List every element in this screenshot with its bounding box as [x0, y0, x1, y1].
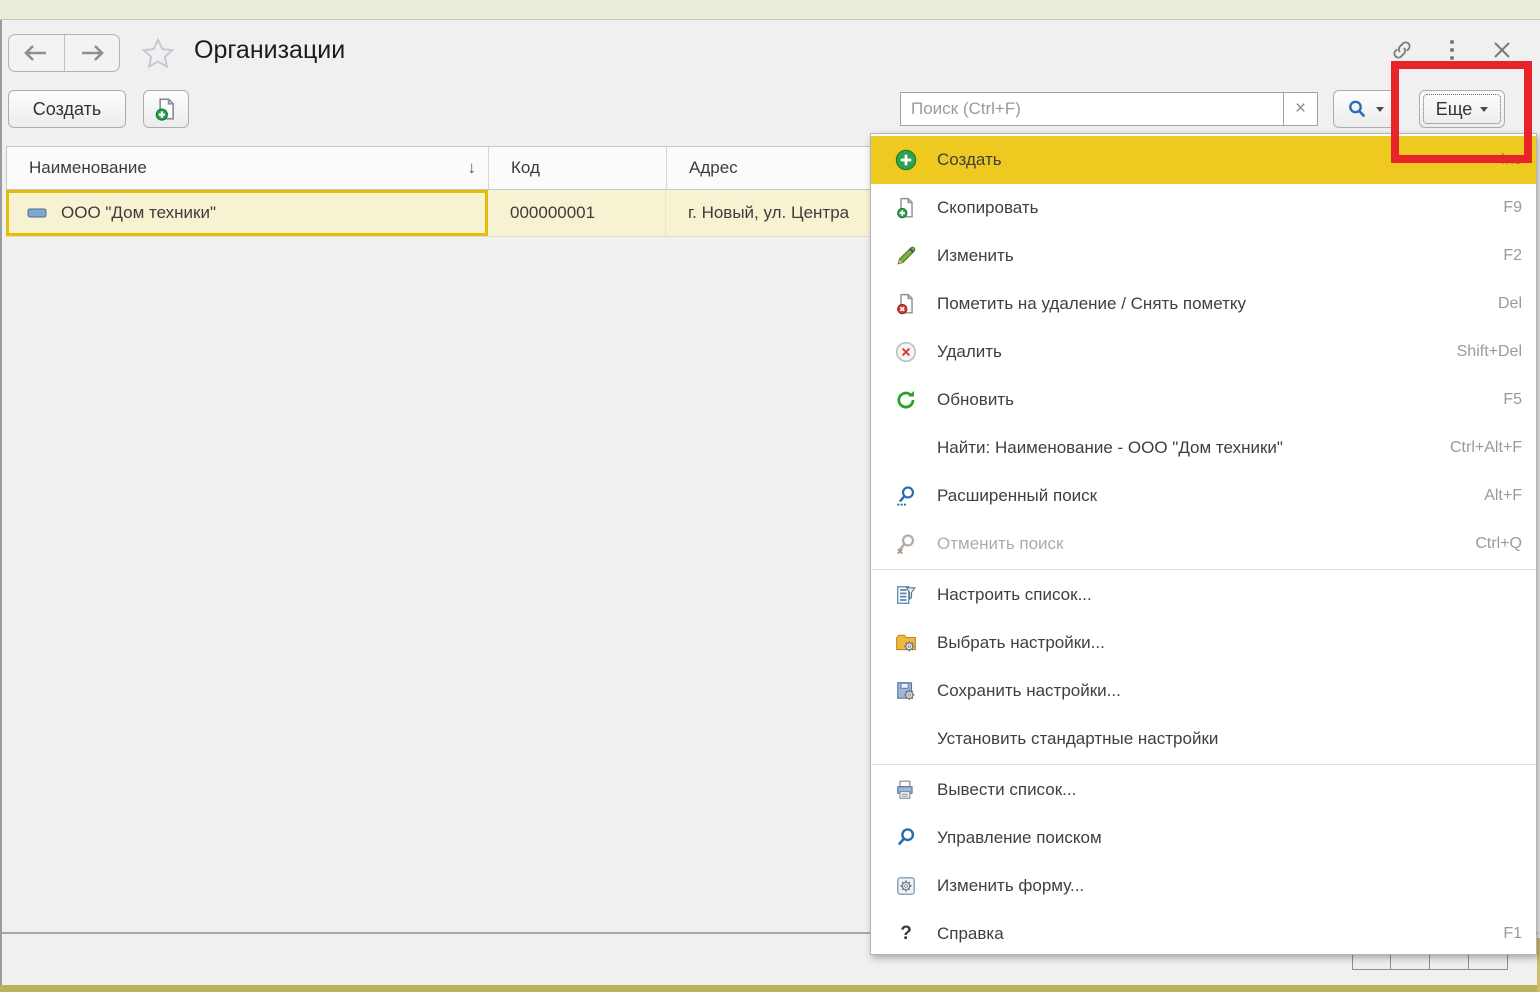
menu-item-edit[interactable]: Изменить F2 — [871, 232, 1536, 280]
column-header-code[interactable]: Код — [489, 147, 667, 189]
copy-document-icon — [895, 197, 917, 219]
search-input[interactable] — [901, 93, 1283, 125]
search-clear-button[interactable]: × — [1283, 93, 1317, 125]
window-left-border — [0, 20, 2, 992]
dropdown-arrow-icon — [1376, 107, 1384, 112]
cancel-search-icon — [895, 533, 917, 555]
print-list-icon — [895, 779, 917, 801]
more-dropdown-menu: Создать Ins Скопировать F9 Изменить F2 П… — [870, 133, 1537, 955]
menu-item-refresh[interactable]: Обновить F5 — [871, 376, 1536, 424]
link-icon[interactable] — [1390, 38, 1414, 62]
copy-button[interactable] — [143, 90, 189, 128]
delete-icon — [895, 341, 917, 363]
menu-separator — [871, 569, 1536, 570]
menu-item-save-settings[interactable]: Сохранить настройки... — [871, 667, 1536, 715]
menu-item-change-form[interactable]: Изменить форму... — [871, 862, 1536, 910]
menu-item-output-list[interactable]: Вывести список... — [871, 766, 1536, 814]
no-icon — [895, 437, 917, 459]
more-dots-icon[interactable] — [1440, 38, 1464, 62]
menu-item-configure-list[interactable]: Настроить список... — [871, 571, 1536, 619]
menu-item-set-default-settings[interactable]: Установить стандартные настройки — [871, 715, 1536, 763]
top-strip — [0, 0, 1540, 20]
sort-desc-icon: ↓ — [468, 158, 477, 178]
search-options-button[interactable] — [1333, 90, 1398, 128]
save-settings-icon — [895, 680, 917, 702]
advanced-search-icon — [895, 485, 917, 507]
bottom-strip — [0, 985, 1540, 992]
pencil-icon — [895, 245, 917, 267]
list-item-marker-icon — [27, 208, 47, 218]
menu-item-mark-deletion[interactable]: Пометить на удаление / Снять пометку Del — [871, 280, 1536, 328]
menu-item-create[interactable]: Создать Ins — [871, 136, 1536, 184]
no-icon — [895, 728, 917, 750]
refresh-icon — [895, 389, 917, 411]
menu-item-find-by-name[interactable]: Найти: Наименование - ООО "Дом техники" … — [871, 424, 1536, 472]
cell-name-selected[interactable]: ООО "Дом техники" — [6, 190, 488, 236]
search-management-icon — [895, 827, 917, 849]
cell-code[interactable]: 000000001 — [488, 190, 666, 236]
menu-item-search-management[interactable]: Управление поиском — [871, 814, 1536, 862]
back-button[interactable] — [9, 35, 64, 71]
choose-settings-icon — [895, 632, 917, 654]
configure-list-icon — [895, 584, 917, 606]
close-icon[interactable] — [1490, 38, 1514, 62]
arrow-left-icon — [24, 45, 48, 61]
menu-item-copy[interactable]: Скопировать F9 — [871, 184, 1536, 232]
change-form-icon — [895, 875, 917, 897]
more-button[interactable]: Еще — [1419, 90, 1505, 128]
create-button-label: Создать — [33, 99, 101, 120]
favorite-star-icon[interactable] — [140, 36, 176, 72]
menu-separator — [871, 764, 1536, 765]
menu-item-advanced-search[interactable]: Расширенный поиск Alt+F — [871, 472, 1536, 520]
forward-button[interactable] — [64, 35, 120, 71]
copy-document-icon — [153, 96, 179, 122]
more-button-label: Еще — [1436, 99, 1473, 120]
organizations-list-window: Организации Создать × Еще — [0, 0, 1540, 992]
menu-item-cancel-search: Отменить поиск Ctrl+Q — [871, 520, 1536, 568]
menu-item-delete[interactable]: Удалить Shift+Del — [871, 328, 1536, 376]
search-box: × — [900, 92, 1318, 126]
mark-delete-icon — [895, 293, 917, 315]
magnifier-icon — [1347, 99, 1367, 119]
history-nav — [8, 34, 120, 72]
arrow-right-icon — [80, 45, 104, 61]
page-title: Организации — [194, 36, 345, 65]
dropdown-arrow-icon — [1480, 107, 1488, 112]
plus-circle-icon — [895, 149, 917, 171]
help-icon: ? — [895, 923, 917, 945]
create-button[interactable]: Создать — [8, 90, 126, 128]
column-header-name[interactable]: Наименование ↓ — [7, 147, 489, 189]
menu-item-help[interactable]: ? Справка F1 — [871, 910, 1536, 958]
menu-item-choose-settings[interactable]: Выбрать настройки... — [871, 619, 1536, 667]
